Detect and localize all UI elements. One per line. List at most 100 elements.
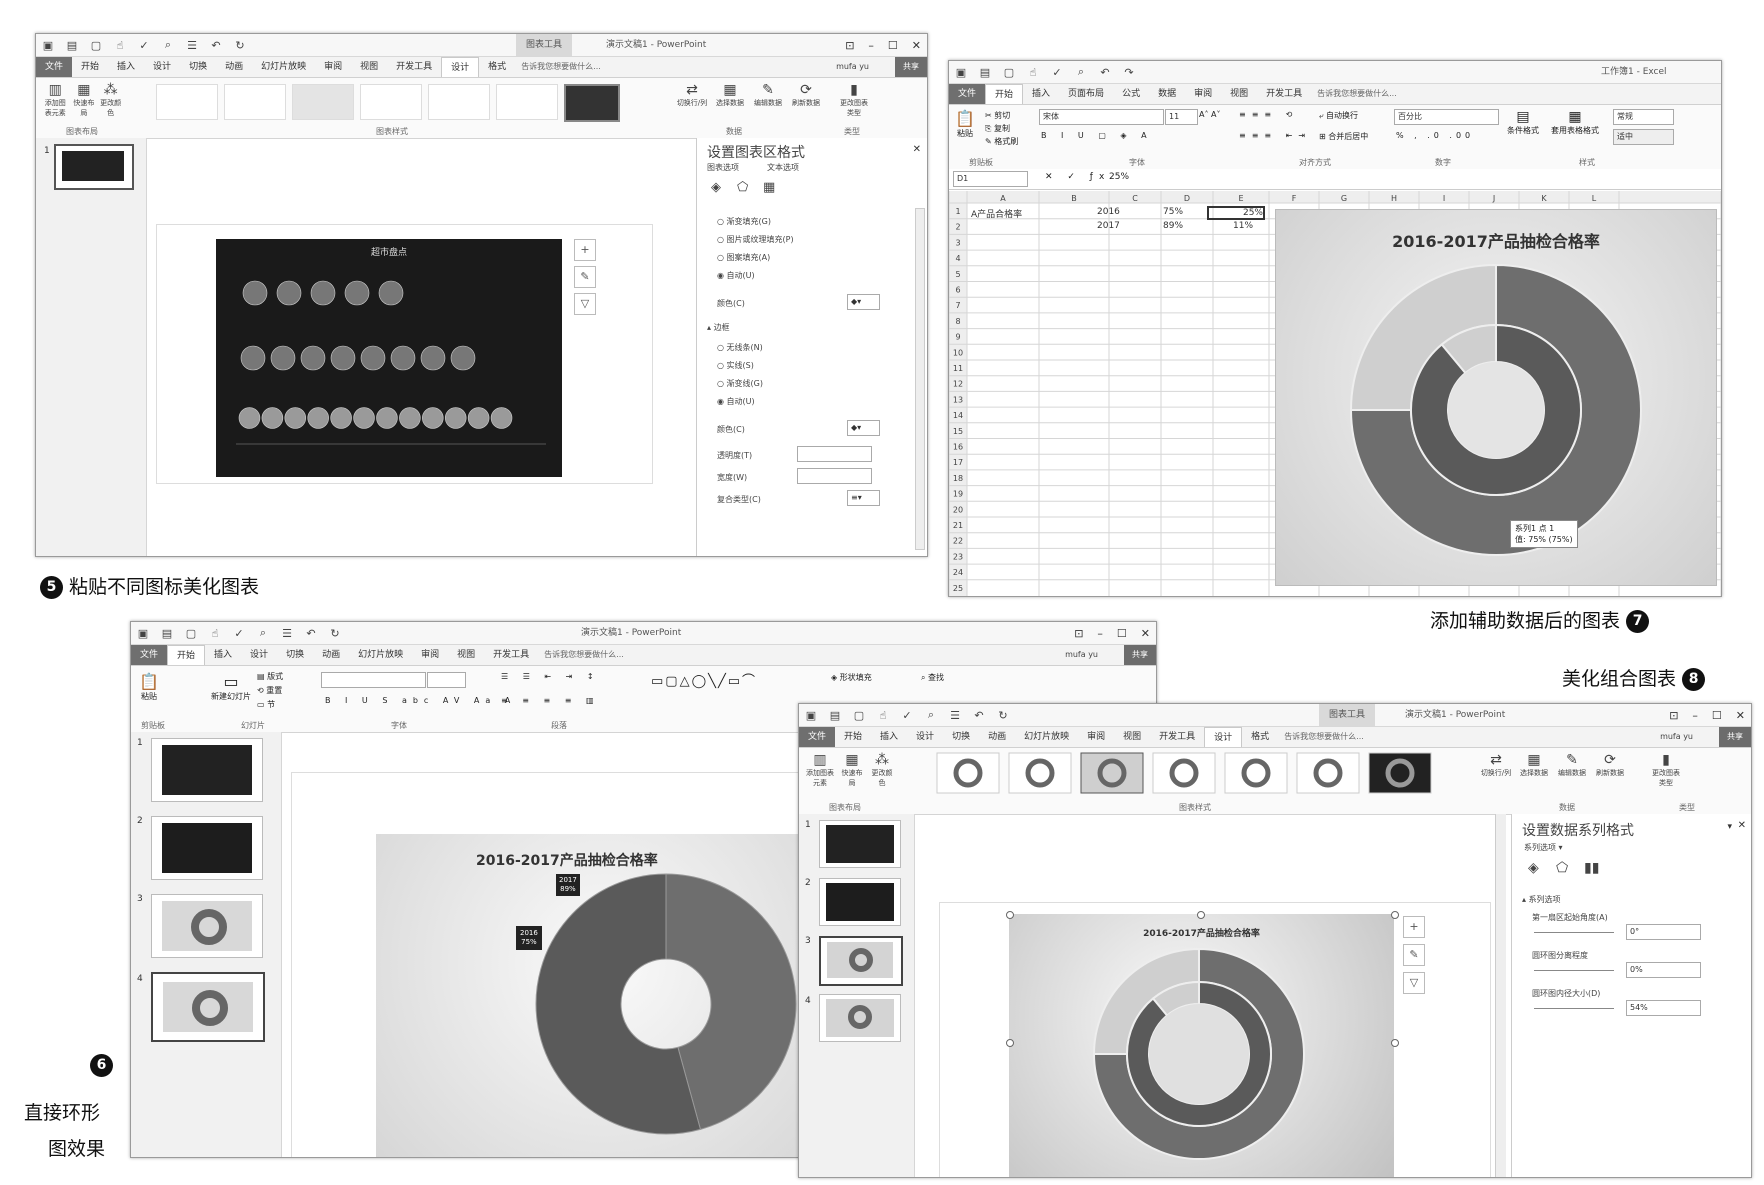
switch-row-col-button[interactable]: ⇄ 切换行/列 <box>676 82 708 118</box>
tab-formulas[interactable]: 公式 <box>1113 84 1149 104</box>
slide-thumbnail-2[interactable] <box>819 878 901 926</box>
resize-handle-tr[interactable] <box>1391 911 1399 919</box>
save-icon[interactable]: ▣ <box>41 39 55 52</box>
resize-handle-mr[interactable] <box>1391 1039 1399 1047</box>
tab-insert[interactable]: 插入 <box>871 727 907 747</box>
change-chart-type-button[interactable]: ▮ 更改图表类型 <box>838 82 870 118</box>
chart-style-6[interactable] <box>496 84 558 120</box>
tell-me-box[interactable]: 告诉我您想要做什么... <box>515 57 601 77</box>
cut-button[interactable]: ✂ 剪切 <box>985 109 1018 122</box>
cell-style-neutral[interactable]: 适中 <box>1613 129 1674 145</box>
chart-style-4[interactable] <box>360 84 422 120</box>
resize-handle-ml[interactable] <box>1006 1039 1014 1047</box>
preview-icon[interactable]: ⌕ <box>924 708 938 722</box>
tell-me-box[interactable]: 告诉我您想要做什么... <box>538 645 624 665</box>
tab-view[interactable]: 视图 <box>1221 84 1257 104</box>
data-label-2016[interactable]: 2016 75% <box>516 926 542 950</box>
slide-thumbnail-1[interactable] <box>819 820 901 868</box>
tab-view[interactable]: 视图 <box>351 57 387 77</box>
tab-file[interactable]: 文件 <box>799 727 836 747</box>
share-button[interactable]: 共享 <box>895 57 927 77</box>
share-button[interactable]: 共享 <box>1719 727 1751 747</box>
format-icon[interactable]: ☰ <box>280 627 294 640</box>
tab-animations[interactable]: 动画 <box>216 57 252 77</box>
slide-scrollbar[interactable] <box>1495 814 1506 1177</box>
slide-thumbnail-3[interactable] <box>151 894 263 958</box>
spelling-icon[interactable]: ✓ <box>1050 66 1064 79</box>
add-chart-element-button[interactable]: ▥ 添加图表元素 <box>42 82 69 118</box>
tab-file[interactable]: 文件 <box>131 645 168 665</box>
excel-chart-area[interactable]: 2016-2017产品抽检合格率 系列1 点 1 值: 75% (75%) <box>1275 209 1717 586</box>
switch-row-col-button[interactable]: ⇄ 切换行/列 <box>1479 752 1513 788</box>
ribbon-display-icon[interactable]: ⊡ <box>1074 627 1083 640</box>
cell-b1[interactable]: 2016 <box>1097 207 1120 217</box>
fill-line-icon[interactable]: ◈ <box>1528 860 1539 876</box>
touch-icon[interactable]: ☝ <box>208 627 222 640</box>
tab-chart-design[interactable]: 设计 <box>1204 727 1243 747</box>
tab-home[interactable]: 开始 <box>167 645 206 665</box>
select-data-button[interactable]: ▦ 选择数据 <box>714 82 746 118</box>
radio-auto-line[interactable]: ◉ 自动(U) <box>717 396 755 407</box>
tab-developer[interactable]: 开发工具 <box>484 645 538 665</box>
font-size-select[interactable] <box>427 672 466 688</box>
chart-style-1[interactable] <box>156 84 218 120</box>
tab-review[interactable]: 审阅 <box>1078 727 1114 747</box>
tab-page-layout[interactable]: 页面布局 <box>1059 84 1113 104</box>
chart-elements-plus-icon[interactable]: + <box>574 239 596 261</box>
alignment-buttons-bottom[interactable]: ≡≡≡ ⇤⇥ <box>1239 131 1311 140</box>
format-painter-button[interactable]: ✎ 格式刷 <box>985 135 1018 148</box>
new-icon[interactable]: ▢ <box>852 709 866 722</box>
cell-c2[interactable]: 89% <box>1163 221 1183 231</box>
formula-buttons[interactable]: ✕ ✓ ƒx <box>1045 172 1110 182</box>
width-input[interactable] <box>797 468 872 484</box>
redo-icon[interactable]: ↻ <box>996 709 1010 722</box>
preview-icon[interactable]: ⌕ <box>1074 65 1088 79</box>
print-icon[interactable]: ▤ <box>160 627 174 640</box>
text-options-tab[interactable]: 文本选项 <box>767 162 799 173</box>
radio-gradient-fill[interactable]: ○ 渐变填充(G) <box>717 216 771 227</box>
user-name[interactable]: mufa yu <box>1065 645 1098 665</box>
tab-design[interactable]: 设计 <box>907 727 943 747</box>
tab-file[interactable]: 文件 <box>36 57 73 77</box>
name-box[interactable]: D1 <box>953 171 1028 187</box>
new-slide-button[interactable]: ▭ 新建幻灯片 <box>211 672 251 702</box>
tab-developer[interactable]: 开发工具 <box>1150 727 1204 747</box>
refresh-data-button[interactable]: ⟳ 刷新数据 <box>790 82 822 118</box>
new-icon[interactable]: ▢ <box>89 39 103 52</box>
change-colors-button[interactable]: ⁂ 更改颜色 <box>99 82 122 118</box>
undo-icon[interactable]: ↶ <box>304 627 318 640</box>
series-options-dropdown[interactable]: 系列选项 ▾ <box>1524 842 1563 853</box>
paste-button[interactable]: 📋 粘贴 <box>955 109 975 139</box>
tab-view[interactable]: 视图 <box>448 645 484 665</box>
cell-b2[interactable]: 2017 <box>1097 221 1120 231</box>
radio-pattern-fill[interactable]: ○ 图案填充(A) <box>717 252 770 263</box>
new-icon[interactable]: ▢ <box>1002 66 1016 79</box>
slide-thumbnail-3-selected[interactable] <box>819 936 903 986</box>
tab-insert[interactable]: 插入 <box>205 645 241 665</box>
redo-icon[interactable]: ↻ <box>328 627 342 640</box>
save-icon[interactable]: ▣ <box>136 627 150 640</box>
shape-fill-button[interactable]: ◈ 形状填充 <box>831 672 872 683</box>
formula-input[interactable]: 25% <box>1109 172 1129 182</box>
close-icon[interactable]: ✕ <box>912 39 921 52</box>
tell-me-box[interactable]: 告诉我您想要做什么... <box>1311 84 1397 104</box>
angle-slider[interactable] <box>1534 932 1614 933</box>
reset-button[interactable]: ⟲ 重置 <box>257 684 283 698</box>
close-icon[interactable]: ✕ <box>1736 709 1745 722</box>
tab-transitions[interactable]: 切换 <box>943 727 979 747</box>
border-section-header[interactable]: ▴ 边框 <box>707 322 730 333</box>
format-icon[interactable]: ☰ <box>185 39 199 52</box>
chart-style-5[interactable] <box>428 84 490 120</box>
tab-slideshow[interactable]: 幻灯片放映 <box>252 57 315 77</box>
tab-design[interactable]: 设计 <box>144 57 180 77</box>
cell-style-normal[interactable]: 常规 <box>1613 109 1674 125</box>
doughnut-styles-gallery[interactable] <box>929 750 1449 796</box>
paste-button[interactable]: 📋 粘贴 <box>139 672 159 702</box>
picture-bar-chart[interactable]: 超市盘点 <box>216 239 562 477</box>
hole-size-input[interactable]: 54% <box>1626 1000 1701 1016</box>
explosion-input[interactable]: 0% <box>1626 962 1701 978</box>
spelling-icon[interactable]: ✓ <box>900 709 914 722</box>
tab-home[interactable]: 开始 <box>835 727 871 747</box>
pane-scrollbar[interactable] <box>915 208 925 550</box>
tab-transitions[interactable]: 切换 <box>277 645 313 665</box>
